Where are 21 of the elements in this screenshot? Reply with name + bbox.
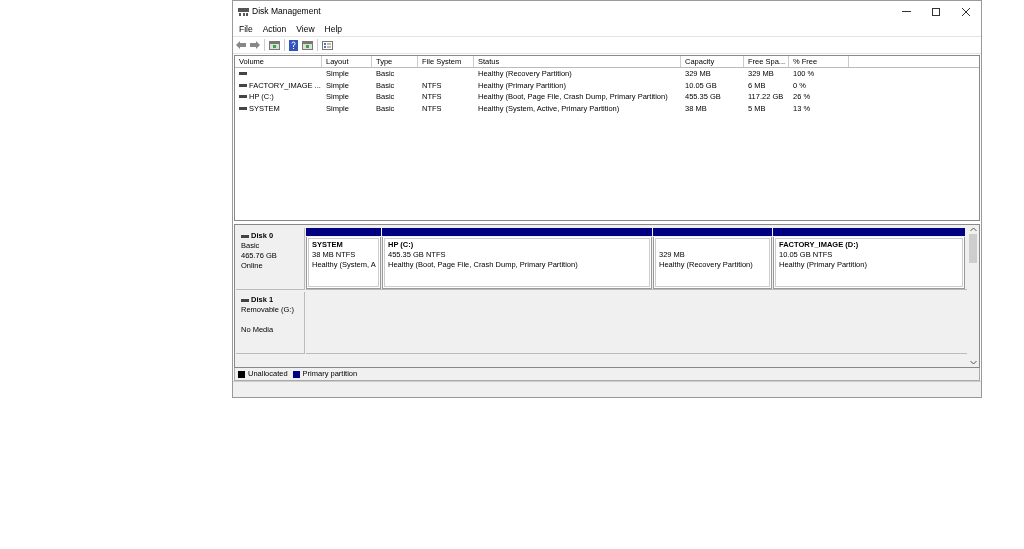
back-arrow-icon[interactable] [236,41,246,49]
minimize-icon [901,11,911,12]
menu-item[interactable]: View [292,22,319,36]
app-icon [238,6,249,17]
scrollbar[interactable] [967,225,979,367]
drive-icon [241,298,249,302]
close-icon [962,7,970,16]
list-icon[interactable] [322,40,333,50]
menu-item[interactable]: Action [258,22,291,36]
scroll-down-icon[interactable] [969,360,977,365]
help-icon[interactable] [289,39,298,51]
scroll-thumb[interactable] [969,234,977,263]
scroll-up-icon[interactable] [969,227,977,232]
panel-icon[interactable] [302,40,313,50]
forward-arrow-icon[interactable] [250,41,260,49]
drive-icon [241,234,249,238]
maximize-icon [932,7,940,16]
window-title: Disk Management [252,5,321,18]
panel-icon[interactable] [269,40,280,50]
menu-item[interactable]: File [235,22,257,36]
menu-item[interactable]: Help [320,22,347,36]
